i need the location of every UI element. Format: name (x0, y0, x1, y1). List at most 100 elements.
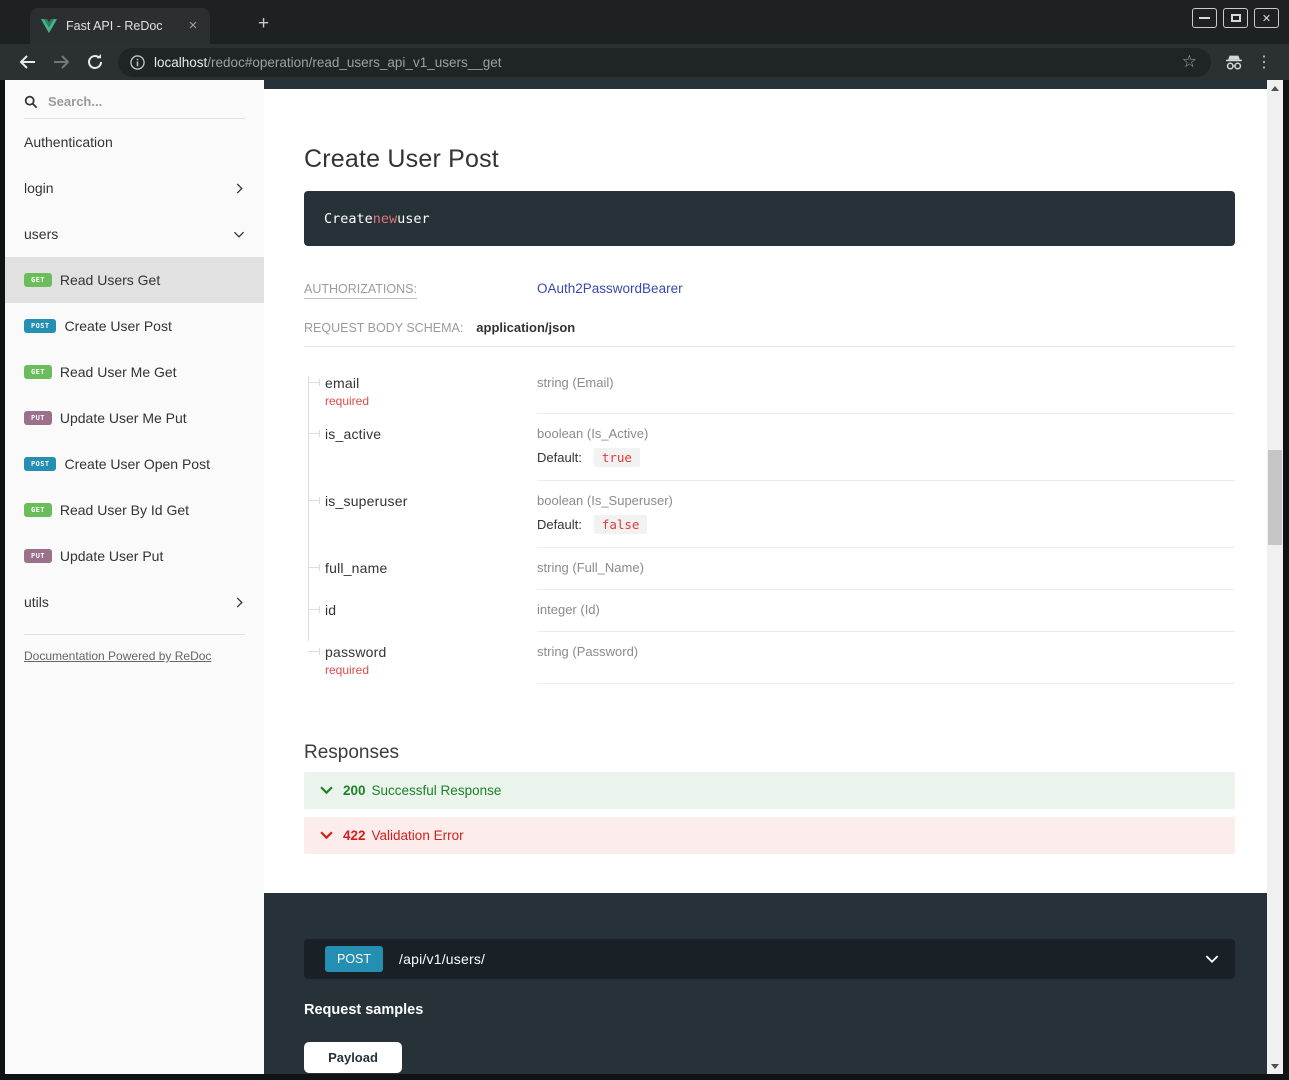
site-info-icon[interactable] (130, 55, 145, 70)
scroll-up-arrow[interactable] (1267, 81, 1283, 95)
chevron-down-icon (1205, 955, 1219, 964)
field-name: email (325, 375, 537, 391)
chevron-down-icon (320, 831, 333, 840)
search-icon (24, 95, 38, 109)
browser-tab[interactable]: Fast API - ReDoc × (30, 8, 210, 44)
search-input[interactable]: Search... (48, 94, 102, 109)
browser-window: Fast API - ReDoc × + ✕ localhost/redoc#o… (0, 0, 1289, 1080)
bookmark-star-icon[interactable]: ☆ (1176, 52, 1203, 72)
operation-section: Create User Post Create new user AUTHORI… (264, 89, 1267, 893)
scrollbar[interactable] (1267, 80, 1283, 1074)
back-icon[interactable] (13, 48, 41, 76)
url-text[interactable]: localhost/redoc#operation/read_users_api… (154, 55, 1176, 70)
scroll-down-arrow[interactable] (1267, 1059, 1283, 1073)
oauth2-link[interactable]: OAuth2PasswordBearer (537, 281, 683, 296)
field-default: Default:false (537, 515, 1235, 534)
method-badge: POST (24, 319, 56, 333)
window-controls: ✕ (1192, 8, 1279, 28)
field-type: boolean (Is_Active) (537, 426, 1235, 441)
field-row-id: id integer (Id) (304, 590, 1235, 632)
browser-toolbar: localhost/redoc#operation/read_users_api… (0, 44, 1289, 80)
redoc-footer-link[interactable]: Documentation Powered by ReDoc (24, 649, 211, 663)
sidebar-item-utils[interactable]: utils (5, 579, 264, 625)
menu-kebab-icon[interactable]: ⋮ (1249, 48, 1279, 76)
field-row-password: password required string (Password) (304, 632, 1235, 684)
sidebar-item-read-user-me-get[interactable]: GET Read User Me Get (5, 349, 264, 395)
field-row-is-superuser: is_superuser boolean (Is_Superuser) Defa… (304, 481, 1235, 548)
default-value: false (594, 515, 648, 534)
schema-fields: email required string (Email) is_active … (304, 369, 1235, 684)
method-badge: POST (24, 457, 56, 471)
tab-title: Fast API - ReDoc (66, 19, 184, 33)
previous-section-edge (264, 80, 1267, 89)
method-badge: GET (24, 503, 52, 517)
response-code: 422 (343, 828, 366, 843)
field-type: string (Password) (537, 644, 1235, 659)
forward-icon[interactable] (47, 48, 75, 76)
sidebar-item-authentication[interactable]: Authentication (5, 119, 264, 165)
sidebar-item-read-users-get[interactable]: GET Read Users Get (5, 257, 264, 303)
new-tab-button[interactable]: + (258, 14, 269, 33)
field-row-full-name: full_name string (Full_Name) (304, 548, 1235, 590)
field-type: string (Full_Name) (537, 560, 1235, 575)
chevron-down-icon (233, 229, 245, 240)
url-host: localhost (154, 55, 207, 70)
method-badge: GET (24, 365, 52, 379)
sidebar-item-update-user-put[interactable]: PUT Update User Put (5, 533, 264, 579)
sidebar-item-create-user-open-post[interactable]: POST Create User Open Post (5, 441, 264, 487)
reload-icon[interactable] (81, 48, 109, 76)
authorizations-label: AUTHORIZATIONS: (304, 280, 537, 298)
maximize-button[interactable] (1223, 8, 1248, 28)
response-422[interactable]: 422 Validation Error (304, 817, 1235, 854)
samples-panel: POST /api/v1/users/ Request samples Payl… (264, 893, 1267, 1074)
response-code: 200 (343, 783, 366, 798)
field-name: is_active (325, 426, 537, 442)
endpoint-path: /api/v1/users/ (399, 951, 1205, 967)
response-label: Successful Response (372, 783, 502, 798)
page-title: Create User Post (304, 145, 1235, 174)
chevron-down-icon (320, 786, 333, 795)
sidebar-item-users[interactable]: users (5, 211, 264, 257)
response-200[interactable]: 200 Successful Response (304, 772, 1235, 809)
titlebar: Fast API - ReDoc × + ✕ (0, 0, 1289, 44)
address-bar[interactable]: localhost/redoc#operation/read_users_api… (118, 48, 1211, 77)
sidebar: Search... Authentication login users GET… (5, 80, 264, 1074)
required-flag: required (325, 663, 537, 677)
field-name: full_name (325, 560, 537, 576)
url-path: /redoc#operation/read_users_api_v1_users… (207, 55, 501, 70)
method-badge: PUT (24, 411, 52, 425)
method-badge: GET (24, 273, 52, 287)
endpoint-dropdown[interactable]: POST /api/v1/users/ (304, 939, 1235, 979)
sidebar-item-create-user-post[interactable]: POST Create User Post (5, 303, 264, 349)
close-button[interactable]: ✕ (1254, 8, 1279, 28)
field-default: Default:true (537, 448, 1235, 467)
search-box[interactable]: Search... (5, 86, 264, 109)
sidebar-item-read-user-by-id-get[interactable]: GET Read User By Id Get (5, 487, 264, 533)
incognito-icon (1219, 48, 1249, 76)
field-name: password (325, 644, 537, 660)
chevron-right-icon (234, 183, 245, 194)
description-code-block: Create new user (304, 191, 1235, 246)
sidebar-item-login[interactable]: login (5, 165, 264, 211)
scrollbar-thumb[interactable] (1268, 450, 1282, 545)
method-badge: PUT (24, 549, 52, 563)
field-type: string (Email) (537, 375, 1235, 390)
field-type: integer (Id) (537, 602, 1235, 617)
field-name: id (325, 602, 537, 618)
required-flag: required (325, 394, 537, 408)
default-value: true (594, 448, 640, 467)
favicon-vue-icon (41, 19, 57, 34)
request-samples-title: Request samples (304, 1002, 1235, 1018)
http-method-badge: POST (325, 946, 383, 972)
tab-close-icon[interactable]: × (184, 17, 202, 35)
request-body-schema-label: REQUEST BODY SCHEMA: (304, 321, 463, 335)
response-label: Validation Error (372, 828, 464, 843)
code-keyword: new (373, 211, 397, 227)
sidebar-item-update-user-me-put[interactable]: PUT Update User Me Put (5, 395, 264, 441)
minimize-button[interactable] (1192, 8, 1217, 28)
main-content: Create User Post Create new user AUTHORI… (264, 80, 1267, 1074)
chevron-right-icon (234, 597, 245, 608)
divider (304, 346, 1235, 347)
field-row-email: email required string (Email) (304, 369, 1235, 414)
payload-tab[interactable]: Payload (304, 1042, 402, 1073)
